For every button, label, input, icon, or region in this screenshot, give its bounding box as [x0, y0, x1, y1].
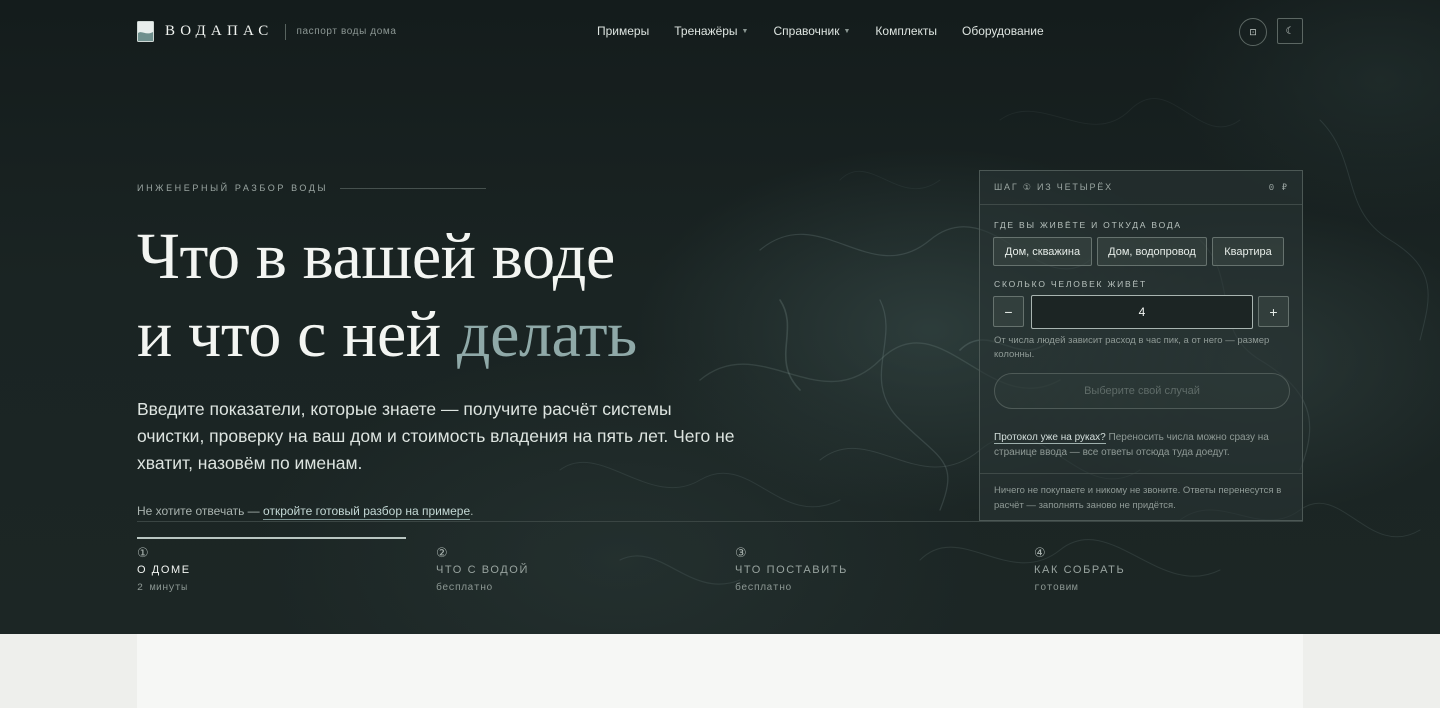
protocol-link[interactable]: Протокол уже на руках?: [994, 432, 1106, 444]
minus-icon: −: [1004, 303, 1013, 320]
step-subtitle: 2 минуты: [137, 583, 188, 594]
option-house-mains[interactable]: Дом, водопровод: [1097, 237, 1207, 266]
title-line-2: и что с ней: [137, 298, 457, 371]
theme-toggle-button[interactable]: ☾: [1277, 18, 1303, 44]
hero-section: ВОДАПАС паспорт воды дома Примеры Тренаж…: [0, 0, 1440, 634]
nav-item-reference[interactable]: Справочник ▼: [773, 24, 850, 38]
example-hint: Не хотите отвечать — откройте готовый ра…: [137, 504, 474, 520]
next-section-card: [137, 634, 1303, 708]
hero-lead: Введите показатели, которые знаете — пол…: [137, 399, 735, 473]
chevron-down-icon: ▼: [843, 27, 851, 35]
increment-button[interactable]: +: [1258, 296, 1289, 327]
price-readout: 0 ₽: [1268, 182, 1288, 193]
protocol-hint: Протокол уже на руках? Переносить числа …: [994, 430, 1294, 460]
step-subtitle: готовим: [1034, 583, 1079, 594]
brand-divider: [285, 23, 287, 40]
screen-icon: ⊡: [1249, 26, 1257, 37]
nav-item-trainers[interactable]: Тренажёры ▼: [674, 24, 748, 38]
panel-header: ШАГ ① ИЗ ЧЕТЫРЁХ 0 ₽: [980, 171, 1302, 205]
step-water[interactable]: ② ЧТО С ВОДОЙ бесплатно: [436, 545, 529, 595]
decrement-button[interactable]: −: [993, 296, 1024, 327]
plus-icon: +: [1269, 303, 1278, 320]
choose-case-button[interactable]: Выберите свой случай: [994, 373, 1290, 409]
nav-label: Комплекты: [875, 24, 938, 38]
nav-label: Оборудование: [962, 24, 1044, 38]
title-accent: делать: [456, 298, 637, 371]
nav-label: Справочник: [773, 24, 840, 38]
example-link[interactable]: откройте готовый разбор на примере: [263, 504, 471, 520]
eyebrow-divider: [340, 187, 487, 189]
eyebrow-text: ИНЖЕНЕРНЫЙ РАЗБОР ВОДЫ: [137, 183, 329, 193]
nav-label: Примеры: [597, 24, 650, 38]
option-apartment[interactable]: Квартира: [1212, 237, 1284, 266]
hint-suffix: .: [470, 504, 474, 518]
logo[interactable]: ВОДАПАС паспорт воды дома: [137, 21, 397, 42]
logo-icon: [137, 21, 154, 42]
nav-item-kits[interactable]: Комплекты: [875, 24, 937, 38]
main-nav: Примеры Тренажёры ▼ Справочник ▼ Комплек…: [597, 24, 1069, 38]
step-title: ЧТО С ВОДОЙ: [436, 564, 529, 576]
step-number: ①: [137, 545, 149, 560]
step-number: ④: [1034, 545, 1046, 560]
step-title: ЧТО ПОСТАВИТЬ: [735, 564, 848, 576]
title-line-1: Что в вашей воде: [137, 220, 615, 293]
nav-item-examples[interactable]: Примеры: [597, 24, 649, 38]
step-number: ③: [735, 545, 747, 560]
nav-label: Тренажёры: [674, 24, 738, 38]
screen-mode-button[interactable]: ⊡: [1239, 18, 1267, 46]
step-title: О ДОМЕ: [137, 564, 191, 576]
panel-divider: [980, 473, 1302, 474]
home-type-label: ГДЕ ВЫ ЖИВЁТЕ И ОТКУДА ВОДА: [994, 220, 1182, 230]
active-step-indicator: [137, 537, 406, 539]
step-about-home[interactable]: ① О ДОМЕ 2 минуты: [137, 545, 191, 595]
option-house-well[interactable]: Дом, скважина: [993, 237, 1092, 266]
page-title: Что в вашей воде и что с ней делать: [137, 218, 637, 374]
step-counter: ШАГ ① ИЗ ЧЕТЫРЁХ: [994, 182, 1113, 192]
panel-footnote: Ничего не покупаете и никому не звоните.…: [994, 485, 1282, 511]
people-help-text: От числа людей зависит расход в час пик,…: [994, 335, 1270, 360]
step-title: КАК СОБРАТЬ: [1034, 564, 1126, 576]
step-subtitle: бесплатно: [735, 583, 792, 594]
step-subtitle: бесплатно: [436, 583, 493, 594]
nav-item-equipment[interactable]: Оборудование: [962, 24, 1044, 38]
intake-form-panel: ШАГ ① ИЗ ЧЕТЫРЁХ 0 ₽ ГДЕ ВЫ ЖИВЁТЕ И ОТК…: [979, 170, 1303, 521]
hero-eyebrow: ИНЖЕНЕРНЫЙ РАЗБОР ВОДЫ: [137, 183, 487, 193]
hint-prefix: Не хотите отвечать —: [137, 504, 264, 518]
steps-divider: [137, 521, 1303, 522]
brand-name: ВОДАПАС: [165, 23, 274, 39]
chevron-down-icon: ▼: [741, 27, 749, 35]
people-count-input[interactable]: [1031, 295, 1253, 329]
step-how-to-assemble[interactable]: ④ КАК СОБРАТЬ готовим: [1034, 545, 1126, 595]
step-what-to-install[interactable]: ③ ЧТО ПОСТАВИТЬ бесплатно: [735, 545, 848, 595]
people-count-label: СКОЛЬКО ЧЕЛОВЕК ЖИВЁТ: [994, 279, 1147, 289]
step-number: ②: [436, 545, 448, 560]
moon-icon: ☾: [1285, 25, 1295, 37]
brand-tagline: паспорт воды дома: [296, 26, 397, 37]
